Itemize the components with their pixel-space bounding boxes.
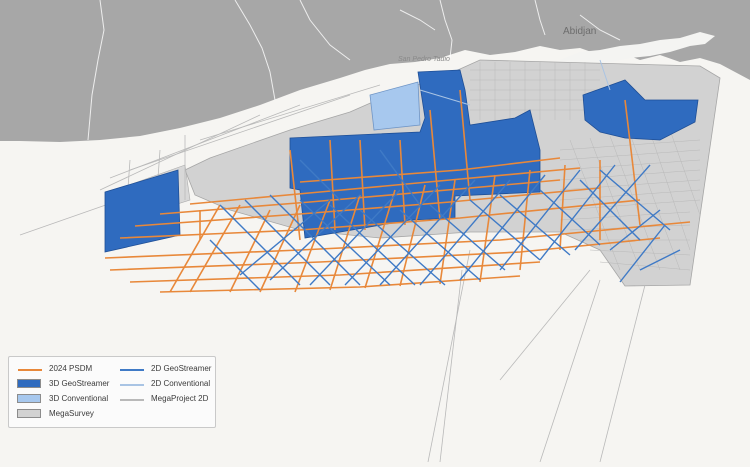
- legend-item-2d-conventional: 2D Conventional: [119, 378, 210, 389]
- legend-item-3d-geostreamer: 3D GeoStreamer: [17, 378, 109, 389]
- legend-label: 2024 PSDM: [49, 364, 93, 373]
- legend-label: 3D GeoStreamer: [49, 379, 110, 388]
- light-blue-fill-swatch-icon: [17, 394, 41, 403]
- light-blue-line-icon: [119, 379, 145, 389]
- legend-label: MegaSurvey: [49, 409, 94, 418]
- legend-label: 3D Conventional: [49, 394, 109, 403]
- legend-item-megaproject-2d: MegaProject 2D: [119, 393, 208, 404]
- legend-item-2d-geostreamer: 2D GeoStreamer: [119, 363, 211, 374]
- blue-line-icon: [119, 364, 145, 374]
- city-label-abidjan: Abidjan: [563, 26, 597, 37]
- grey-fill-swatch-icon: [17, 409, 41, 418]
- legend-label: 2D GeoStreamer: [151, 364, 212, 373]
- legend-label: MegaProject 2D: [151, 394, 209, 403]
- legend-item-3d-conventional: 3D Conventional: [17, 393, 108, 404]
- map-legend: 2024 PSDM 3D GeoStreamer 3D Conventional…: [8, 356, 216, 428]
- legend-item-2024-psdm: 2024 PSDM: [17, 363, 92, 374]
- legend-item-megasurvey: MegaSurvey: [17, 408, 94, 419]
- city-label-coastal-town: San Pedro Tadio: [398, 56, 450, 63]
- grey-line-icon: [119, 394, 145, 404]
- orange-line-icon: [17, 364, 43, 374]
- blue-fill-swatch-icon: [17, 379, 41, 388]
- legend-label: 2D Conventional: [151, 379, 211, 388]
